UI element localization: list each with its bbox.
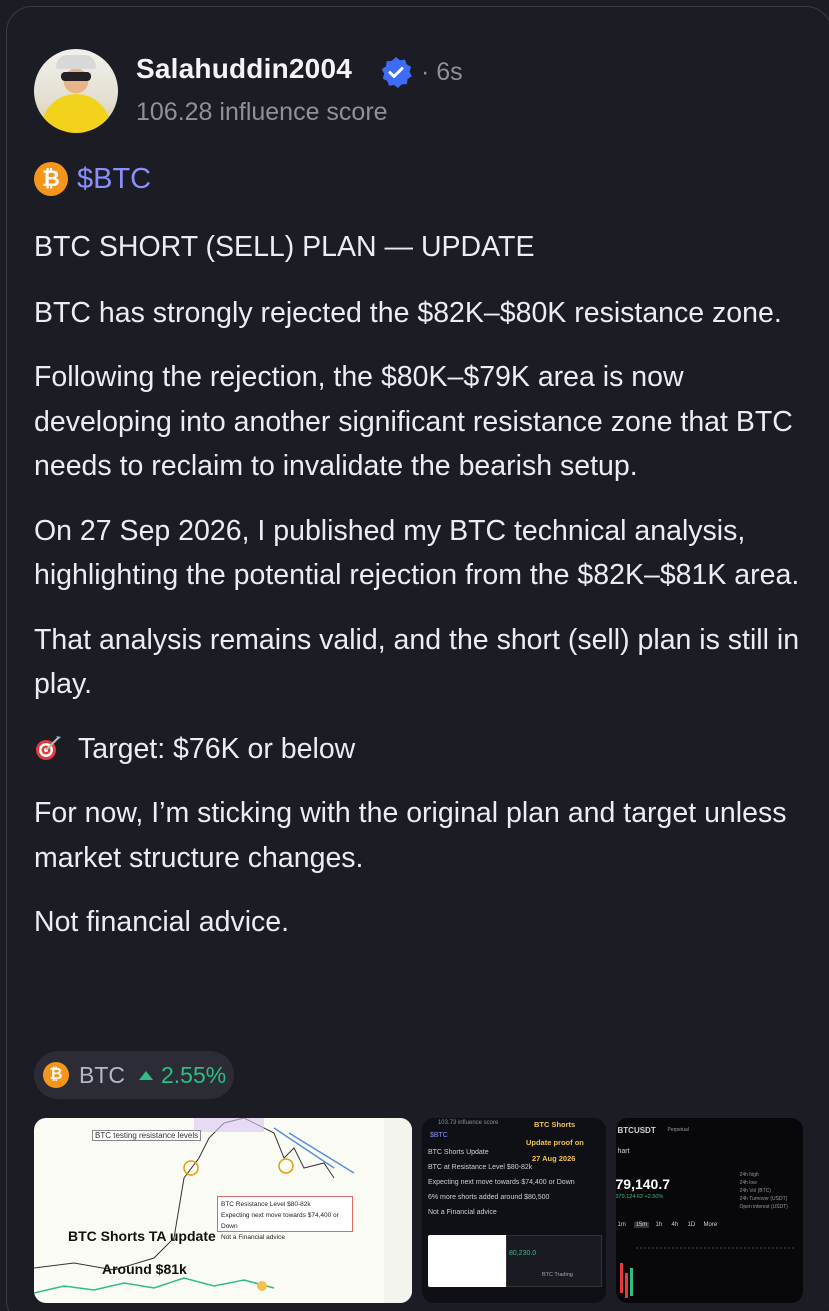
post-paragraph: Not financial advice.	[34, 906, 290, 938]
thumb1-subheading: Around $81k	[102, 1261, 187, 1277]
thumb1-note-line: BTC Resistance Level $80-82k	[221, 1201, 311, 1208]
verified-badge-icon	[381, 57, 412, 88]
thumb3-sub: 379,124.62 +2.50%	[615, 1194, 664, 1200]
thumb3-candles	[619, 1247, 796, 1298]
post-card: Salahuddin2004 · 6s 106.28 influence sco…	[6, 6, 829, 1311]
thumb1-note-line: Not a Financial advice	[221, 1234, 285, 1241]
thumb3-stat: 24h Turnover (USDT)	[739, 1196, 788, 1202]
price-change-pill[interactable]: ₿ BTC 2.55%	[34, 1051, 234, 1099]
pill-change: 2.55%	[161, 1061, 227, 1088]
influence-score: 106.28 influence score	[136, 98, 388, 126]
post-paragraph: Following the rejection, the $80K–$79K a…	[34, 361, 793, 482]
thumb2-footer: BTC Trading	[541, 1272, 573, 1278]
thumb3-chart-label: hart	[617, 1148, 630, 1155]
thumb2-influence: 103.73 influence score	[437, 1120, 499, 1126]
target-line: Target: $76K or below	[34, 727, 824, 772]
gallery-image-3[interactable]: BTCUSDT Perpetual hart 79,140.7 379,124.…	[615, 1118, 803, 1303]
post-paragraph: On 27 Sep 2026, I published my BTC techn…	[34, 514, 800, 592]
thumb3-stat: 24h low	[739, 1180, 757, 1186]
thumb2-date: 27 Aug 2026	[531, 1154, 576, 1163]
thumb2-ticker: $BTC	[429, 1132, 448, 1139]
thumb2-line: 6% more shorts added around $80,500	[427, 1194, 550, 1201]
gallery-image-2[interactable]: 103.73 influence score $BTC BTC Shorts U…	[421, 1118, 606, 1303]
thumb3-interval: More	[703, 1222, 718, 1228]
bitcoin-icon: ₿	[34, 162, 68, 196]
bitcoin-icon: ₿	[43, 1062, 69, 1088]
thumb3-interval: 1D	[687, 1222, 696, 1228]
avatar-hat	[56, 55, 96, 69]
thumb3-interval: 1h	[655, 1222, 663, 1228]
thumb2-subtitle: Update proof on	[525, 1138, 584, 1147]
arrow-up-icon	[139, 1070, 153, 1080]
thumb3-interval: 1m	[617, 1222, 626, 1228]
thumb1-heading: BTC Shorts TA update	[68, 1228, 216, 1244]
thumb1-small-label: BTC testing resistance levels	[92, 1130, 202, 1141]
target-icon	[36, 735, 61, 760]
gallery-image-1[interactable]: BTC testing resistance levels BTC Resist…	[34, 1118, 412, 1303]
thumb3-price: 79,140.7	[615, 1176, 671, 1192]
post-paragraph: For now, I’m sticking with the original …	[34, 797, 787, 874]
username[interactable]: Salahuddin2004	[136, 53, 352, 85]
thumb2-title: BTC Shorts	[533, 1120, 576, 1129]
avatar[interactable]	[34, 49, 118, 133]
thumb3-pair: BTCUSDT	[617, 1126, 656, 1135]
thumb3-interval: 15m	[633, 1222, 650, 1228]
thumb3-stat: 24h high	[739, 1172, 759, 1178]
thumb1-note: BTC Resistance Level $80-82k Expecting n…	[217, 1196, 353, 1241]
thumb3-interval: 4h	[671, 1222, 679, 1228]
thumb3-tag: Perpetual	[667, 1127, 689, 1133]
post-paragraph: BTC has strongly rejected the $82K–$80K …	[34, 296, 782, 329]
thumb2-mini-panel: 80,230.0	[505, 1235, 602, 1287]
thumb2-line: BTC at Resistance Level $80-82k	[427, 1164, 533, 1171]
post-body: BTC SHORT (SELL) PLAN — UPDATE BTC has s…	[34, 225, 824, 965]
pill-symbol: BTC	[79, 1061, 125, 1088]
thumb2-line: BTC Shorts Update	[427, 1149, 489, 1156]
thumb2-chart-price: 80,230.0	[508, 1250, 537, 1257]
post-title: BTC SHORT (SELL) PLAN — UPDATE	[34, 231, 535, 263]
thumb3-stat: 24h Vol (BTC)	[739, 1188, 771, 1194]
post-paragraph: That analysis remains valid, and the sho…	[34, 623, 800, 701]
ticker-tag[interactable]: ₿ $BTC	[34, 162, 151, 196]
ticker-label[interactable]: $BTC	[77, 163, 151, 196]
thumb2-line: Not a Financial advice	[427, 1209, 497, 1216]
thumb1-note-line: Expecting next move towards $74,400 or D…	[221, 1212, 339, 1230]
avatar-glasses	[61, 72, 91, 81]
thumb2-line: Expecting next move towards $74,400 or D…	[427, 1179, 575, 1186]
post-time: · 6s	[421, 58, 463, 86]
image-gallery: BTC testing resistance levels BTC Resist…	[34, 1118, 803, 1303]
thumb3-stat: Open interest (USDT)	[739, 1204, 788, 1210]
target-text: Target: $76K or below	[78, 732, 356, 765]
